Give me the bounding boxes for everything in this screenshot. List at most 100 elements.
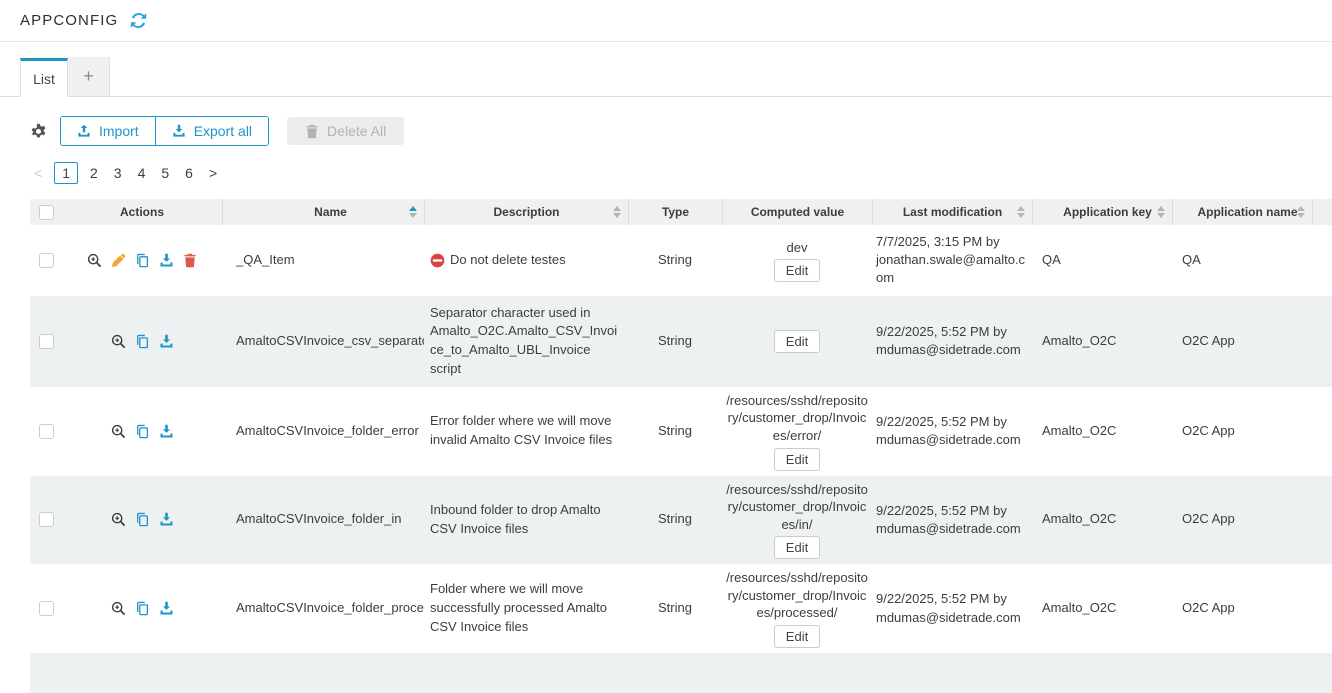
sort-arrows-icon[interactable]	[1017, 206, 1025, 218]
application-name: O2C App	[1182, 599, 1235, 618]
export-all-label: Export all	[194, 123, 252, 139]
application-key: Amalto_O2C	[1042, 422, 1116, 441]
table-row: AmaltoCSVInvoice_csv_separator Separator…	[30, 296, 1332, 387]
edit-computed-value-button[interactable]: Edit	[774, 536, 820, 559]
list-panel: Import Export all Delete All < 123456 >	[0, 115, 1332, 693]
table-row: _QA_Item Do not delete testes String dev…	[30, 225, 1332, 296]
download-icon[interactable]	[159, 601, 174, 616]
add-tab-label: +	[83, 66, 94, 87]
tab-list[interactable]: List	[20, 58, 68, 97]
edit-computed-value-button[interactable]: Edit	[774, 330, 820, 353]
config-description: Inbound folder to drop Amalto CSV Invoic…	[430, 501, 622, 539]
config-description-cell: Error folder where we will move invalid …	[424, 387, 628, 476]
page-button-1[interactable]: 1	[54, 162, 78, 184]
row-checkbox[interactable]	[39, 512, 54, 527]
column-header-name[interactable]: Name	[222, 199, 424, 225]
column-label: Computed value	[751, 204, 844, 220]
download-icon[interactable]	[159, 334, 174, 349]
column-label: Name	[314, 205, 347, 219]
download-icon[interactable]	[159, 512, 174, 527]
zoom-in-icon[interactable]	[87, 253, 102, 268]
config-name-cell: AmaltoCSVInvoice_folder_in	[222, 476, 424, 565]
copy-icon[interactable]	[135, 334, 150, 349]
refresh-icon[interactable]	[130, 12, 147, 29]
row-checkbox[interactable]	[39, 334, 54, 349]
page-button-3[interactable]: 3	[110, 163, 126, 183]
last-modification-cell: 9/22/2025, 5:52 PM by mdumas@sidetrade.c…	[872, 296, 1032, 387]
column-header-computed_value: Computed value	[722, 199, 872, 225]
table-row: AmaltoCSVInvoice_folder_in Inbound folde…	[30, 476, 1332, 565]
computed-value-cell: /resources/sshd/repository/customer_drop…	[722, 387, 872, 476]
tab-bar: List +	[0, 57, 1332, 97]
zoom-in-icon[interactable]	[111, 601, 126, 616]
application-key-cell: Amalto_O2C	[1032, 387, 1172, 476]
edit-computed-value-button[interactable]: Edit	[774, 448, 820, 471]
computed-value-cell: /resources/sshd/repository/customer_drop…	[722, 476, 872, 565]
config-type-cell: String	[628, 476, 722, 565]
last-modification: 9/22/2025, 5:52 PM by mdumas@sidetrade.c…	[876, 413, 1028, 449]
row-checkbox[interactable]	[39, 424, 54, 439]
delete-all-button[interactable]: Delete All	[287, 117, 404, 145]
row-checkbox-cell	[30, 225, 62, 296]
pencil-icon[interactable]	[111, 253, 126, 268]
row-checkbox[interactable]	[39, 601, 54, 616]
computed-value: /resources/sshd/repository/customer_drop…	[726, 481, 868, 534]
config-name-cell: AmaltoCSVInvoice_csv_separator	[222, 296, 424, 387]
prev-page-button[interactable]: <	[30, 163, 46, 183]
import-export-group: Import Export all	[60, 116, 269, 146]
copy-icon[interactable]	[135, 424, 150, 439]
sort-arrows-icon[interactable]	[1157, 206, 1165, 218]
zoom-in-icon[interactable]	[111, 334, 126, 349]
appconfig-page: APPCONFIG List + Import Export all	[0, 0, 1332, 693]
row-checkbox[interactable]	[39, 253, 54, 268]
sort-arrows-icon[interactable]	[1297, 206, 1305, 218]
config-description-cell: Inbound folder to drop Amalto CSV Invoic…	[424, 476, 628, 565]
table-row: AmaltoCSVInvoice_folder_error Error fold…	[30, 387, 1332, 476]
application-key-cell: QA	[1032, 225, 1172, 296]
column-header-last_modification[interactable]: Last modification	[872, 199, 1032, 225]
computed-value: dev	[787, 239, 808, 257]
copy-icon[interactable]	[135, 512, 150, 527]
column-header-type: Type	[628, 199, 722, 225]
edit-computed-value-button[interactable]: Edit	[774, 625, 820, 648]
column-header-application_name[interactable]: Application name	[1172, 199, 1312, 225]
select-all-checkbox[interactable]	[39, 205, 54, 220]
copy-icon[interactable]	[135, 253, 150, 268]
column-label: Application key	[1063, 205, 1152, 219]
add-tab-button[interactable]: +	[68, 57, 110, 96]
column-header-actions: Actions	[62, 199, 222, 225]
copy-icon[interactable]	[135, 601, 150, 616]
page-button-5[interactable]: 5	[157, 163, 173, 183]
column-header-application_key[interactable]: Application key	[1032, 199, 1172, 225]
config-name: _QA_Item	[236, 251, 295, 270]
download-icon[interactable]	[159, 253, 174, 268]
top-bar: APPCONFIG	[0, 0, 1332, 42]
zoom-in-icon[interactable]	[111, 424, 126, 439]
column-label: Type	[662, 205, 689, 219]
header-checkbox-cell	[30, 199, 62, 225]
column-header-description[interactable]: Description	[424, 199, 628, 225]
trash-icon[interactable]	[183, 253, 197, 268]
import-button[interactable]: Import	[61, 117, 156, 145]
next-page-button[interactable]: >	[205, 163, 221, 183]
tab-list-label: List	[33, 71, 55, 87]
config-description-cell: Do not delete testes	[424, 225, 628, 296]
application-key: Amalto_O2C	[1042, 510, 1116, 529]
download-icon[interactable]	[159, 424, 174, 439]
edit-computed-value-button[interactable]: Edit	[774, 259, 820, 282]
zoom-in-icon[interactable]	[111, 512, 126, 527]
config-type: String	[658, 332, 692, 351]
gear-icon[interactable]	[30, 123, 47, 140]
application-name: O2C App	[1182, 422, 1235, 441]
application-name: O2C App	[1182, 510, 1235, 529]
application-name: QA	[1182, 251, 1201, 270]
page-button-4[interactable]: 4	[134, 163, 150, 183]
export-all-button[interactable]: Export all	[156, 117, 268, 145]
application-key: Amalto_O2C	[1042, 332, 1116, 351]
page-button-6[interactable]: 6	[181, 163, 197, 183]
sort-arrows-icon[interactable]	[613, 206, 621, 218]
sort-arrows-icon[interactable]	[409, 206, 417, 218]
last-modification-cell: 7/7/2025, 3:15 PM by jonathan.swale@amal…	[872, 225, 1032, 296]
config-name: AmaltoCSVInvoice_folder_proces...	[236, 599, 424, 618]
page-button-2[interactable]: 2	[86, 163, 102, 183]
